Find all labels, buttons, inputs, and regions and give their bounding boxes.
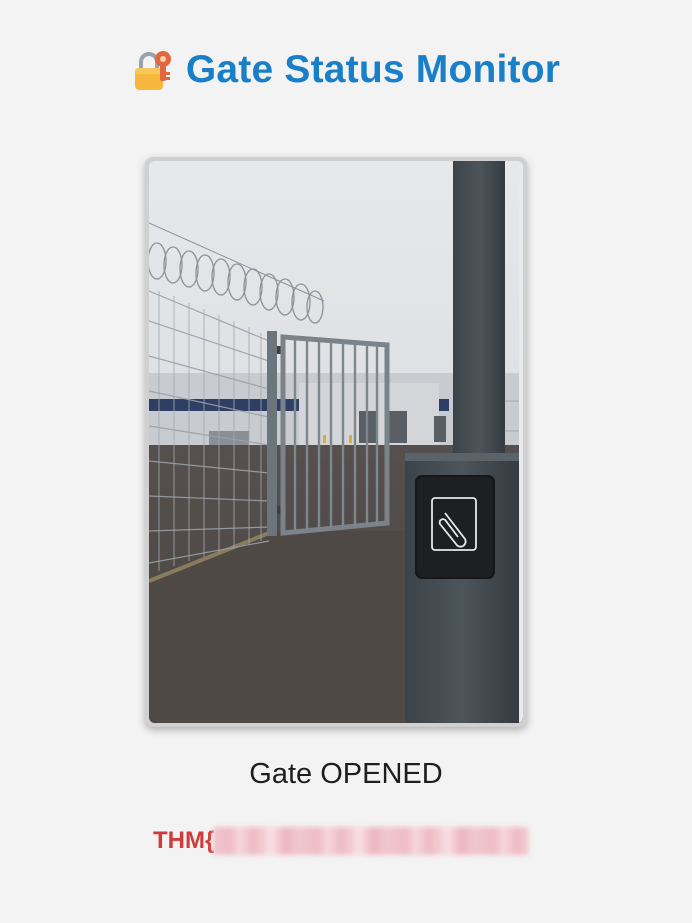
gate-status-text: Gate OPENED: [249, 758, 443, 790]
page-title: Gate Status Monitor: [185, 48, 561, 91]
locked-with-key-icon: [132, 48, 176, 92]
flag-display: THM{: [153, 824, 530, 858]
flag-prefix: THM{: [153, 827, 215, 854]
gate-photo: [145, 157, 527, 727]
flag-redacted-value: [213, 827, 530, 855]
gate-scene-image: [149, 161, 523, 723]
page: Gate Status Monitor Gate OPENED THM{: [0, 0, 692, 923]
header: Gate Status Monitor: [0, 44, 692, 96]
